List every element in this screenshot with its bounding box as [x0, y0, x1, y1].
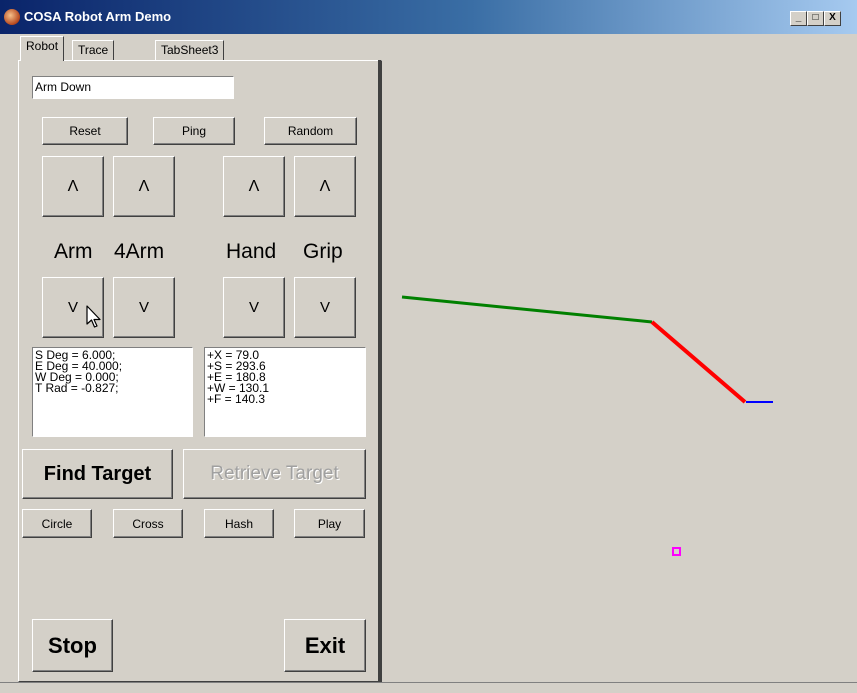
mouse-cursor-icon — [86, 305, 101, 328]
reset-button[interactable]: Reset — [42, 117, 128, 145]
forearm-segment — [650, 320, 747, 404]
retrieve-target-button[interactable]: Retrieve Target — [183, 449, 366, 499]
robot-canvas[interactable] — [384, 36, 854, 682]
arm-up-button[interactable]: Λ — [42, 156, 104, 217]
find-target-button[interactable]: Find Target — [22, 449, 173, 499]
hand-label: Hand — [226, 240, 277, 263]
circle-button[interactable]: Circle — [22, 509, 92, 538]
grip-label: Grip — [303, 240, 343, 263]
target-marker — [672, 547, 681, 556]
app-icon[interactable] — [4, 9, 20, 25]
grip-down-button[interactable]: V — [294, 277, 356, 338]
random-button[interactable]: Random — [264, 117, 357, 145]
maximize-button[interactable]: □ — [807, 11, 824, 26]
stop-button[interactable]: Stop — [32, 619, 113, 672]
tab-tabsheet3[interactable]: TabSheet3 — [155, 40, 225, 61]
hand-up-button[interactable]: Λ — [223, 156, 285, 217]
status-bar — [0, 682, 857, 693]
tab-trace-logic[interactable]: Trace Logic — [72, 40, 115, 76]
panel-divider — [378, 60, 381, 682]
hash-button[interactable]: Hash — [204, 509, 274, 538]
close-button[interactable]: X — [824, 11, 841, 26]
minimize-button[interactable]: _ — [790, 11, 807, 26]
forearm-label: 4Arm — [114, 240, 165, 263]
exit-button[interactable]: Exit — [284, 619, 366, 672]
coord-line: +F = 140.3 — [207, 392, 266, 406]
title-bar[interactable]: COSA Robot Arm Demo _ □ X — [0, 0, 857, 34]
arm-label: Arm — [54, 240, 93, 263]
angles-memo[interactable]: S Deg = 6.000; E Deg = 40.000; W Deg = 0… — [32, 347, 193, 437]
window-title: COSA Robot Arm Demo — [24, 9, 172, 24]
app-window: COSA Robot Arm Demo _ □ X Robot Trace Lo… — [0, 0, 857, 693]
status-field[interactable]: Arm Down — [32, 76, 234, 99]
upper-arm-segment — [401, 295, 653, 324]
coords-memo[interactable]: +X = 79.0 +S = 293.6 +E = 180.8 +W = 130… — [204, 347, 366, 437]
grip-up-button[interactable]: Λ — [294, 156, 356, 217]
hand-down-button[interactable]: V — [223, 277, 285, 338]
angle-line: T Rad = -0.827; — [35, 381, 119, 395]
cross-button[interactable]: Cross — [113, 509, 183, 538]
forearm-up-button[interactable]: Λ — [113, 156, 175, 217]
play-button[interactable]: Play — [294, 509, 365, 538]
ping-button[interactable]: Ping — [153, 117, 235, 145]
forearm-down-button[interactable]: V — [113, 277, 175, 338]
tab-robot[interactable]: Robot — [20, 36, 65, 61]
